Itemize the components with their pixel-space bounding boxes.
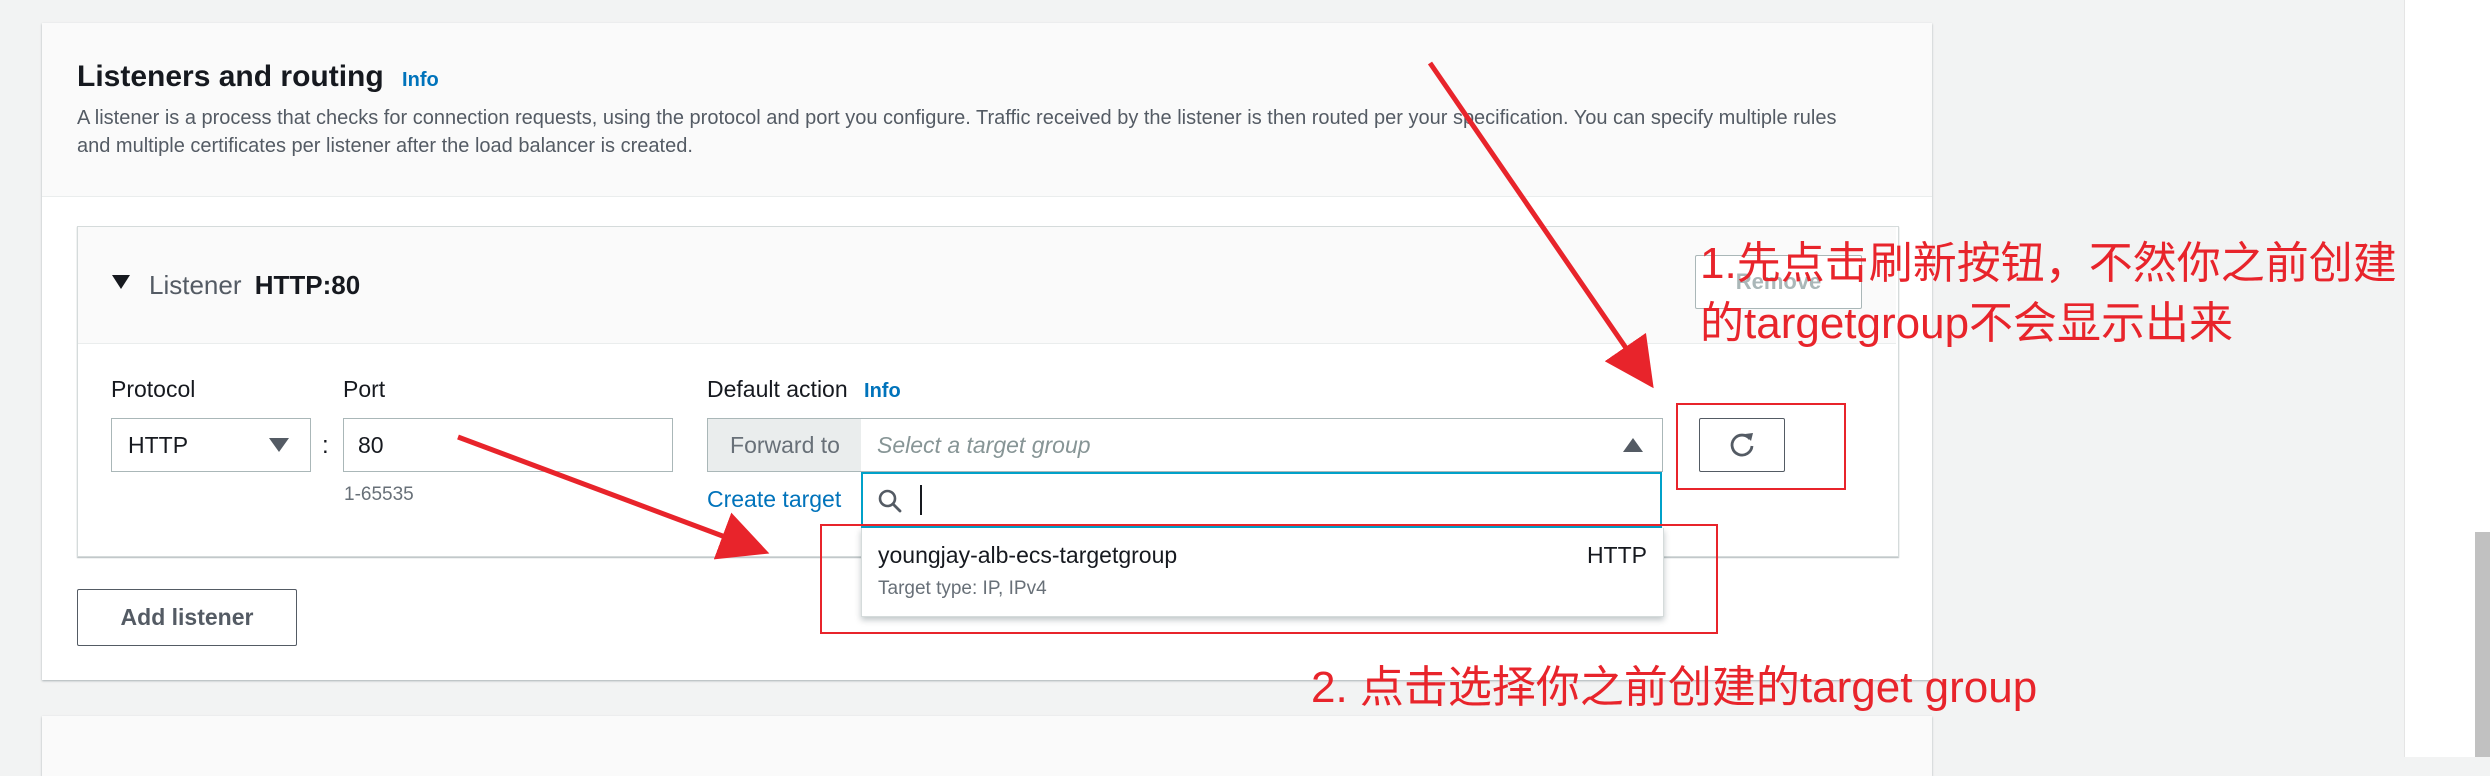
arrow-to-option xyxy=(457,434,770,560)
annotation-step1-line2: 的targetgroup不会显示出来 xyxy=(1700,299,2234,348)
annotation-arrows xyxy=(457,61,1654,560)
annotation-step2: 2. 点击选择你之前创建的target group xyxy=(1311,663,2038,712)
arrow-to-refresh xyxy=(1427,61,1654,389)
annotation-step1: 1.先点击刷新按钮，不然你之前创建 的targetgroup不会显示出来 xyxy=(1700,234,2397,354)
annotation-step1-line1: 1.先点击刷新按钮，不然你之前创建 xyxy=(1700,239,2397,288)
